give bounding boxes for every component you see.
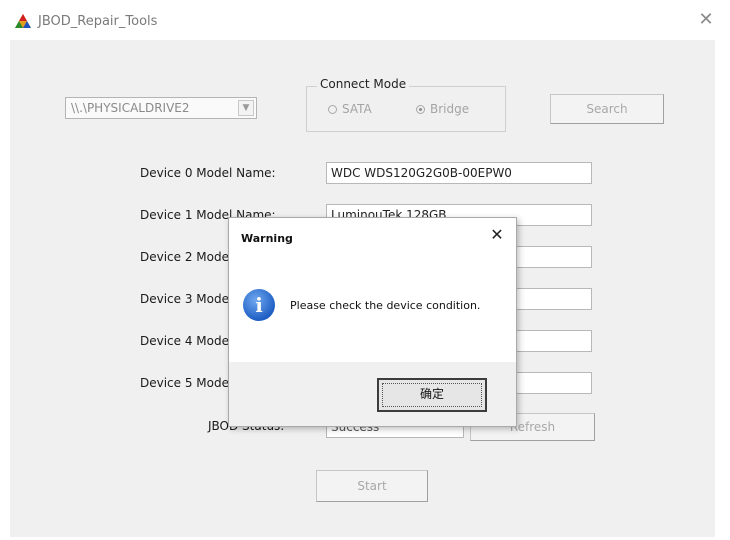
dialog-message: Please check the device condition. (290, 299, 481, 312)
start-button[interactable]: Start (316, 470, 428, 502)
warning-dialog: Warning ✕ i Please check the device cond… (228, 217, 517, 427)
app-logo-icon (15, 14, 31, 28)
title-bar[interactable]: JBOD_Repair_Tools ✕ (0, 0, 730, 40)
window-close-button[interactable]: ✕ (696, 10, 716, 30)
drive-select-value: \\.\PHYSICALDRIVE2 (71, 101, 190, 115)
info-icon: i (243, 289, 275, 321)
radio-bridge[interactable]: Bridge (416, 102, 469, 116)
chevron-down-icon[interactable]: ▼ (238, 100, 254, 116)
radio-sata[interactable]: SATA (328, 102, 372, 116)
dialog-close-button[interactable]: ✕ (488, 225, 506, 244)
radio-sata-label: SATA (342, 102, 372, 116)
search-button[interactable]: Search (550, 94, 664, 124)
device-0-label: Device 0 Model Name: (140, 166, 276, 180)
dialog-ok-button[interactable]: 确定 (377, 378, 487, 412)
drive-select[interactable]: \\.\PHYSICALDRIVE2 ▼ (65, 97, 257, 119)
radio-sata-indicator (328, 105, 337, 114)
connect-mode-label: Connect Mode (317, 77, 410, 91)
focus-ring (382, 383, 482, 407)
dialog-footer: 确定 (229, 362, 516, 426)
radio-bridge-label: Bridge (430, 102, 470, 116)
window-title: JBOD_Repair_Tools (38, 14, 158, 29)
device-0-field[interactable]: WDC WDS120G2G0B-00EPW0 (326, 162, 592, 184)
app-window: JBOD_Repair_Tools ✕ \\.\PHYSICALDRIVE2 ▼… (0, 0, 730, 540)
radio-bridge-indicator (416, 105, 425, 114)
dialog-title: Warning (241, 232, 293, 245)
